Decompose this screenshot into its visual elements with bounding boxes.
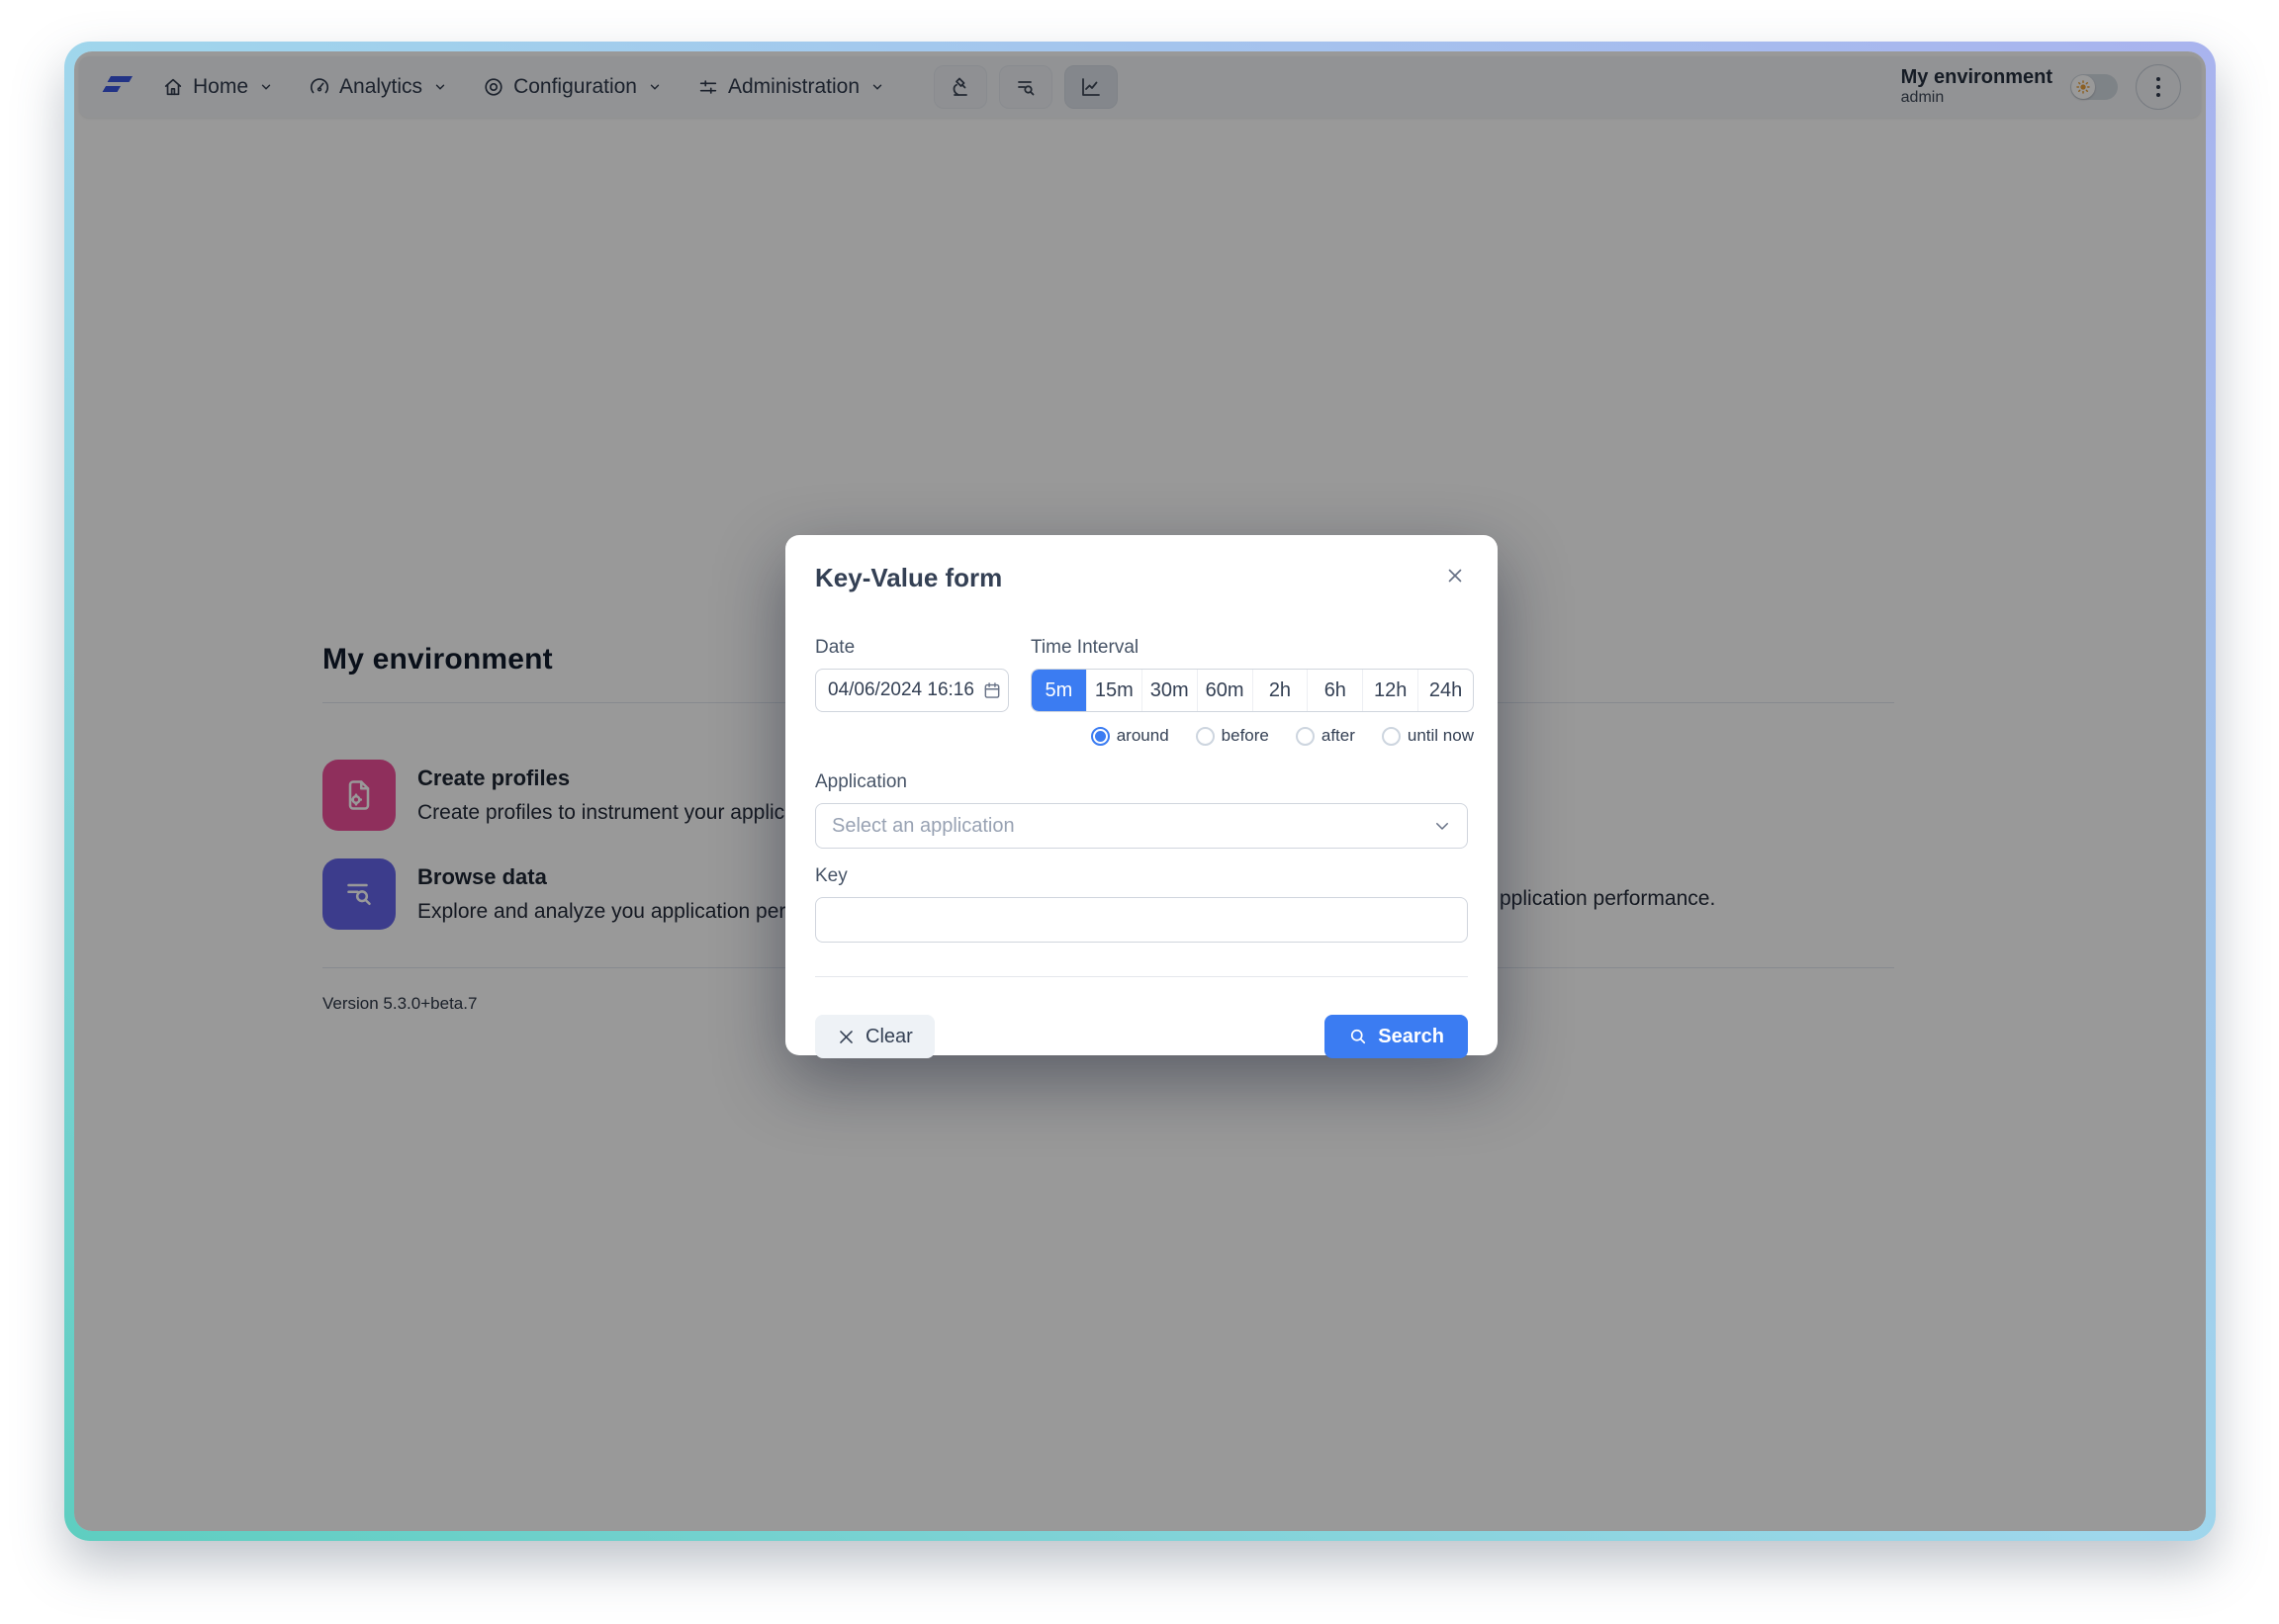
modal-title: Key-Value form xyxy=(815,563,1468,593)
time-interval-segmented: 5m 15m 30m 60m 2h 6h 12h 24h xyxy=(1031,669,1474,712)
chevron-down-icon xyxy=(1433,817,1451,835)
app-content: Home Analytics Configuration xyxy=(74,51,2206,1531)
radio-dot xyxy=(1196,727,1215,746)
date-time-row: Date 04/06/2024 16:16 Time Interval 5m 1… xyxy=(815,637,1468,746)
time-interval-label: Time Interval xyxy=(1031,637,1474,659)
close-icon xyxy=(1444,565,1466,586)
radio-dot xyxy=(1296,727,1315,746)
key-label: Key xyxy=(815,865,1468,887)
radio-after[interactable]: after xyxy=(1296,726,1355,746)
x-icon xyxy=(837,1028,856,1046)
radio-before[interactable]: before xyxy=(1196,726,1269,746)
radio-until-now[interactable]: until now xyxy=(1382,726,1474,746)
interval-24h[interactable]: 24h xyxy=(1417,670,1473,711)
application-select[interactable]: Select an application xyxy=(815,803,1468,849)
time-interval-group: Time Interval 5m 15m 30m 60m 2h 6h 12h 2… xyxy=(1031,637,1474,746)
clear-button[interactable]: Clear xyxy=(815,1015,935,1058)
date-value: 04/06/2024 16:16 xyxy=(828,679,974,701)
radio-dot xyxy=(1091,727,1110,746)
search-button[interactable]: Search xyxy=(1324,1015,1468,1058)
radio-label: until now xyxy=(1408,726,1474,746)
interval-6h[interactable]: 6h xyxy=(1307,670,1362,711)
search-button-label: Search xyxy=(1378,1026,1444,1048)
interval-60m[interactable]: 60m xyxy=(1197,670,1252,711)
search-icon xyxy=(1348,1027,1368,1046)
date-input[interactable]: 04/06/2024 16:16 xyxy=(815,669,1009,712)
date-field-group: Date 04/06/2024 16:16 xyxy=(815,637,1009,746)
interval-15m[interactable]: 15m xyxy=(1086,670,1141,711)
interval-30m[interactable]: 30m xyxy=(1141,670,1197,711)
modal-close-button[interactable] xyxy=(1440,561,1470,590)
radio-label: before xyxy=(1222,726,1269,746)
key-input[interactable] xyxy=(815,897,1468,943)
interval-2h[interactable]: 2h xyxy=(1252,670,1308,711)
app-window: Home Analytics Configuration xyxy=(64,42,2216,1541)
clear-button-label: Clear xyxy=(866,1026,913,1048)
modal-footer: Clear Search xyxy=(815,1015,1468,1058)
date-label: Date xyxy=(815,637,1009,659)
application-label: Application xyxy=(815,771,1468,793)
interval-5m[interactable]: 5m xyxy=(1032,670,1086,711)
modal-divider xyxy=(815,976,1468,977)
radio-around[interactable]: around xyxy=(1091,726,1169,746)
anchor-radio-group: around before after until now xyxy=(1031,726,1474,746)
radio-label: around xyxy=(1117,726,1169,746)
radio-label: after xyxy=(1322,726,1355,746)
calendar-icon xyxy=(982,680,1002,700)
application-placeholder: Select an application xyxy=(832,815,1433,838)
key-value-form-modal: Key-Value form Date 04/06/2024 16:16 xyxy=(785,535,1498,1055)
radio-dot xyxy=(1382,727,1401,746)
interval-12h[interactable]: 12h xyxy=(1362,670,1417,711)
